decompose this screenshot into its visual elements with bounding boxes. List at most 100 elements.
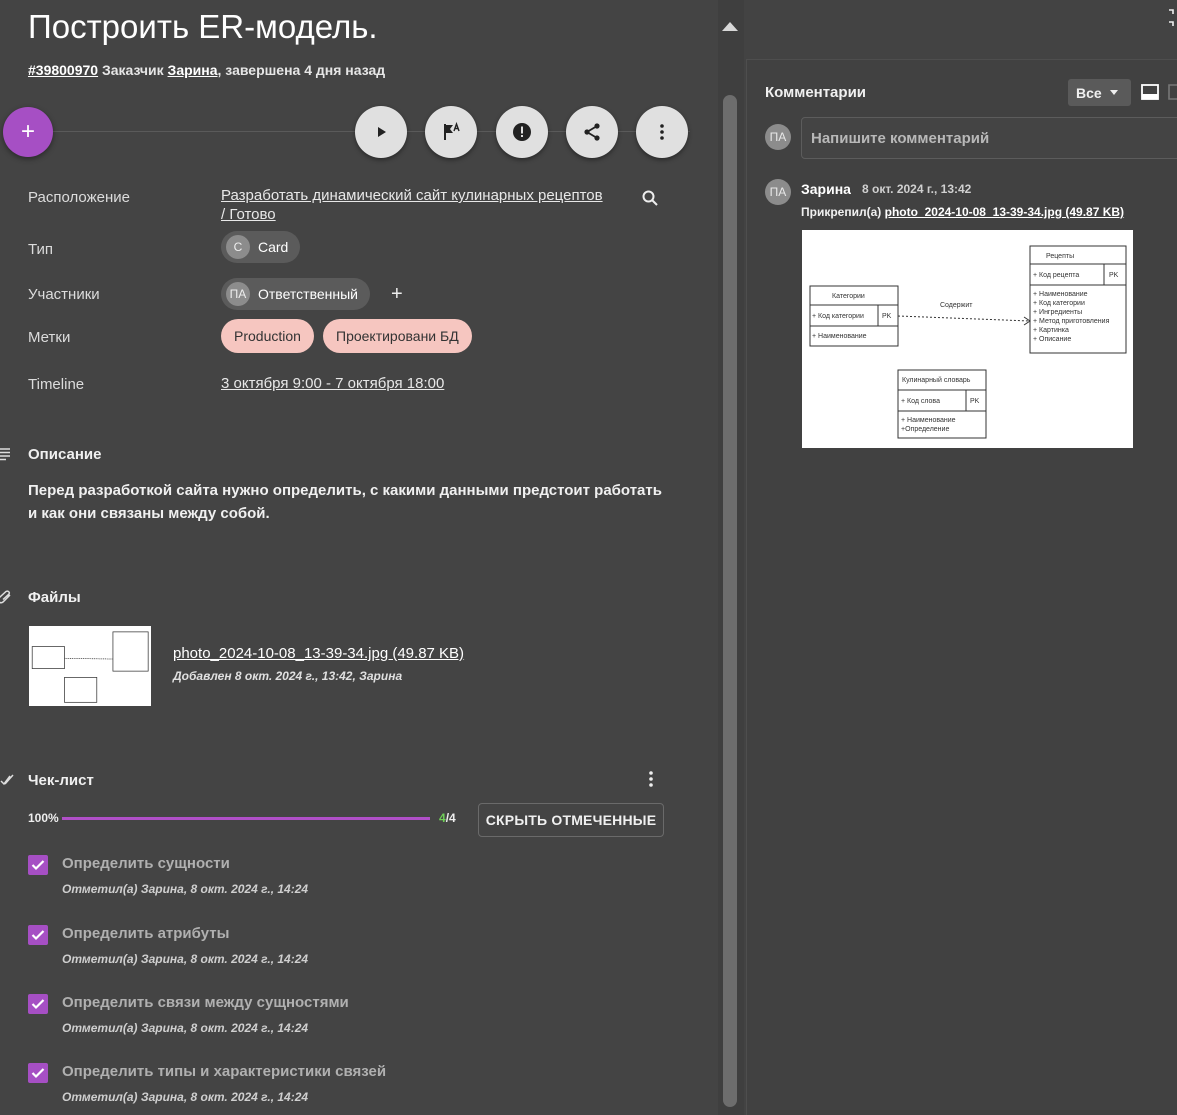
checklist-item-text: Определить атрибуты xyxy=(62,925,230,942)
type-chip[interactable]: C Card xyxy=(221,231,301,263)
description-text: Перед разработкой сайта нужно определить… xyxy=(28,479,678,525)
member-avatar: ПА xyxy=(226,282,250,306)
er-diagram: Рецепты + Код рецепта PK + Наименование … xyxy=(809,245,1127,439)
entity-title: Категории xyxy=(832,293,865,300)
more-button[interactable] xyxy=(636,106,688,158)
task-id-link[interactable]: #39800970 xyxy=(28,62,98,78)
entity-attr: + Наименование xyxy=(812,333,867,340)
tag-chip[interactable]: Проектировани БД xyxy=(323,319,472,353)
entity-attr: + Картинка xyxy=(1033,327,1069,334)
timeline-label: Timeline xyxy=(28,376,85,393)
timeline-link[interactable]: 3 октября 9:00 - 7 октября 18:00 xyxy=(221,375,444,392)
attached-file-link[interactable]: photo_2024-10-08_13-39-34.jpg (49.87 KB) xyxy=(885,205,1124,219)
tags-label: Метки xyxy=(28,329,71,346)
alert-button[interactable] xyxy=(496,106,548,158)
play-icon xyxy=(378,127,386,137)
description-line: и как они связаны между собой. xyxy=(28,505,270,522)
check-icon xyxy=(31,999,45,1010)
checkbox[interactable] xyxy=(28,994,48,1014)
description-title: Описание xyxy=(28,446,102,463)
progress-percent: 100% xyxy=(28,811,59,825)
description-line: Перед разработкой сайта нужно определить… xyxy=(28,482,662,499)
check-icon xyxy=(31,930,45,941)
add-button[interactable]: + xyxy=(3,107,53,157)
checkbox[interactable] xyxy=(28,855,48,875)
comments-title: Комментарии xyxy=(765,84,867,101)
layout-toggle-icon[interactable] xyxy=(1141,84,1159,100)
checklist-item-meta: Отметил(а) Зарина, 8 окт. 2024 г., 14:24 xyxy=(62,882,309,896)
attached-prefix: Прикрепил(а) xyxy=(801,205,882,219)
plus-icon: + xyxy=(20,118,35,145)
location-link[interactable]: Разработать динамический сайт кулинарных… xyxy=(221,187,603,204)
member-chip[interactable]: ПА Ответственный xyxy=(221,278,370,310)
checklist-menu-icon[interactable] xyxy=(648,770,654,788)
check-icon xyxy=(31,860,45,871)
checklist-item-meta: Отметил(а) Зарина, 8 окт. 2024 г., 14:24 xyxy=(62,1021,309,1035)
checkbox[interactable] xyxy=(28,925,48,945)
paperclip-icon xyxy=(0,590,11,604)
fullscreen-icon[interactable] xyxy=(1166,9,1176,27)
progress-done: 4 xyxy=(439,811,446,825)
member-role: Ответственный xyxy=(258,286,358,302)
entity-attr: + Метод приготовления xyxy=(1033,318,1110,325)
scrollbar-thumb[interactable] xyxy=(723,95,737,1107)
add-member-button[interactable]: + xyxy=(391,283,403,306)
task-status: , завершена 4 дня назад xyxy=(217,62,386,78)
entity-attr: + Код категории xyxy=(1033,300,1085,307)
tag-chip[interactable]: Production xyxy=(221,319,314,353)
type-label: Тип xyxy=(28,241,54,258)
flag-auto-icon xyxy=(444,121,460,140)
location-value: Разработать динамический сайт кулинарных… xyxy=(221,187,603,223)
customer-link[interactable]: Зарина xyxy=(168,62,218,78)
entity-attr: + Наименование xyxy=(901,417,956,424)
alert-icon xyxy=(513,123,531,141)
entity-attr: +Определение xyxy=(901,426,949,433)
comment-input[interactable] xyxy=(801,117,1177,159)
description-icon xyxy=(0,448,10,461)
comments-filter-select[interactable]: Все xyxy=(1068,79,1131,106)
entity-attr: + Ингредиенты xyxy=(1033,309,1082,316)
share-button[interactable] xyxy=(566,106,618,158)
comments-filter-value: Все xyxy=(1076,84,1102,101)
er-diagram-thumbnail xyxy=(31,631,149,703)
entity-title: Кулинарный словарь xyxy=(902,376,971,384)
checklist-item-meta: Отметил(а) Зарина, 8 окт. 2024 г., 14:24 xyxy=(62,1090,309,1104)
checklist-item-text: Определить сущности xyxy=(62,855,230,872)
entity-pk: PK xyxy=(970,398,980,405)
current-user-avatar: ПА xyxy=(765,124,791,150)
entity-key: + Код слова xyxy=(901,398,940,405)
location-status-link[interactable]: / Готово xyxy=(221,206,603,223)
entity-pk: PK xyxy=(882,313,892,320)
progress-bar xyxy=(62,817,430,820)
type-avatar: C xyxy=(226,235,250,259)
checklist-icon xyxy=(0,774,14,786)
search-icon[interactable] xyxy=(642,190,658,206)
caret-down-icon xyxy=(1109,90,1118,95)
entity-key: + Код рецепта xyxy=(1033,272,1079,279)
progress-total: /4 xyxy=(445,811,456,825)
share-icon xyxy=(584,123,600,141)
members-label: Участники xyxy=(28,286,100,303)
check-icon xyxy=(31,1068,45,1079)
attached-image[interactable]: Рецепты + Код рецепта PK + Наименование … xyxy=(802,230,1133,448)
type-value: Card xyxy=(258,239,289,255)
comment-body: Прикрепил(а) photo_2024-10-08_13-39-34.j… xyxy=(801,205,1124,219)
checkbox[interactable] xyxy=(28,1063,48,1083)
task-subtitle: #39800970 Заказчик Зарина, завершена 4 д… xyxy=(28,62,385,78)
comment-author: Зарина xyxy=(801,181,851,197)
comment-author-avatar: ПА xyxy=(765,179,791,205)
scroll-up-arrow-icon[interactable] xyxy=(722,22,738,31)
files-title: Файлы xyxy=(28,589,81,606)
entity-attr: + Наименование xyxy=(1033,291,1088,298)
file-link[interactable]: photo_2024-10-08_13-39-34.jpg (49.87 KB) xyxy=(173,645,464,662)
progress-fill xyxy=(62,817,430,820)
panel-toggle-icon[interactable] xyxy=(1168,84,1177,100)
play-button[interactable] xyxy=(355,106,407,158)
file-thumbnail[interactable] xyxy=(29,626,151,706)
more-vertical-icon xyxy=(660,124,664,140)
hide-checked-button[interactable]: СКРЫТЬ ОТМЕЧЕННЫЕ xyxy=(478,803,664,837)
checklist-title: Чек-лист xyxy=(28,772,94,789)
auto-flag-button[interactable] xyxy=(425,106,477,158)
location-label: Расположение xyxy=(28,189,130,206)
entity-key: + Код категории xyxy=(812,313,864,320)
